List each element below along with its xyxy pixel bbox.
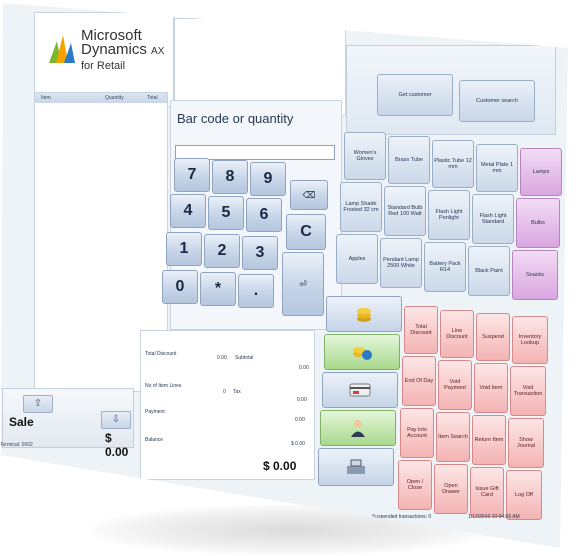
op-issue-gift-card[interactable]: Issue Gift Card (470, 467, 504, 517)
product-metal-plate[interactable]: Metal Plate 1 mm (476, 144, 518, 192)
balance-value: $ 0.00 (291, 441, 305, 447)
op-line-discount[interactable]: Line Discount (440, 310, 474, 358)
tax-label: Tax (233, 389, 241, 395)
category-lamps[interactable]: Lamps (520, 148, 562, 196)
payment-value: 0.00 (295, 417, 305, 423)
op-item-search[interactable]: Item Search (436, 412, 470, 462)
op-open-close[interactable]: Open / Close (398, 460, 432, 510)
product-lamp-shade[interactable]: Lamp Shade Frosted 32 cm (340, 182, 382, 232)
op-suspend[interactable]: Suspend (476, 313, 510, 361)
scene: Microsoft Dynamics AX for Retail Get cus… (0, 0, 582, 556)
total-discount-value: 0.00 (217, 355, 227, 361)
key-star[interactable]: * (200, 272, 236, 306)
status-datetime: 1/12/2010 10:04:06 AM (468, 514, 520, 520)
scroll-up-button[interactable]: ⇧ (23, 395, 53, 413)
get-customer-button[interactable]: Get customer (377, 74, 453, 116)
total-discount-label: Total Discount (145, 351, 177, 357)
key-3[interactable]: 3 (242, 236, 278, 270)
logo-line2: Dynamics AX (81, 41, 165, 59)
product-black-paint[interactable]: Black Paint (468, 246, 510, 296)
person-icon[interactable] (320, 410, 396, 446)
key-5[interactable]: 5 (208, 196, 244, 230)
product-pendant-lamp[interactable]: Pendant Lamp 2500 White (380, 238, 422, 288)
grand-total: $ 0.00 (263, 459, 297, 473)
barcode-label: Bar code or quantity (177, 111, 294, 126)
key-4[interactable]: 4 (170, 194, 206, 228)
receipt-header: Item Quantity Total (35, 93, 167, 103)
op-inventory-lookup[interactable]: Inventory Lookup (512, 316, 548, 364)
logo-text: Microsoft Dynamics AX for Retail (81, 28, 165, 73)
key-7[interactable]: 7 (174, 158, 210, 192)
category-bulbs[interactable]: Bulbs (516, 198, 560, 248)
tax-value: 0.00 (297, 397, 307, 403)
op-void-item[interactable]: Void Item (474, 363, 508, 413)
col-item: Item (41, 95, 51, 101)
customer-panel: Get customer Customer search (346, 45, 556, 135)
col-quantity: Quantity (105, 95, 124, 101)
col-total: Total (147, 95, 158, 101)
cash-register-icon[interactable] (318, 448, 394, 486)
product-womens-gloves[interactable]: Women's Gloves (344, 132, 386, 180)
op-void-payment[interactable]: Void Payment (438, 360, 472, 410)
key-8[interactable]: 8 (212, 160, 248, 194)
key-2[interactable]: 2 (204, 234, 240, 268)
product-flash-light-standard[interactable]: Flash Light Standard (472, 194, 514, 244)
pos-screen: Microsoft Dynamics AX for Retail Get cus… (0, 3, 568, 548)
key-9[interactable]: 9 (250, 162, 286, 196)
op-void-transaction[interactable]: Void Transaction (510, 366, 546, 416)
op-show-journal[interactable]: Show Journal (508, 418, 544, 468)
subtotal-value: 0.00 (299, 365, 309, 371)
credit-card-icon[interactable] (322, 372, 398, 408)
sale-label: Sale (9, 415, 34, 429)
product-flash-light-penlight[interactable]: Flash Light Penlight (428, 190, 470, 240)
product-battery-pack[interactable]: Battery Pack R14 (424, 242, 466, 292)
item-lines-label: No of Item Lines (145, 383, 182, 389)
item-lines-value: 0 (223, 389, 226, 395)
product-apples[interactable]: Apples (336, 234, 378, 284)
totals-panel: Total Discount 0.00 Subtotal 0.00 No of … (140, 330, 315, 480)
product-brass-tube[interactable]: Brass Tube (388, 136, 430, 184)
backspace-icon[interactable]: ⌫ (290, 180, 328, 210)
op-total-discount[interactable]: Total Discount (404, 306, 438, 354)
customer-search-button[interactable]: Customer search (459, 80, 535, 122)
key-6[interactable]: 6 (246, 198, 282, 232)
dynamics-logo-icon (49, 35, 75, 63)
op-pay-into-account[interactable]: Pay into Account (400, 408, 434, 458)
key-1[interactable]: 1 (166, 232, 202, 266)
globe-coins-icon[interactable] (324, 334, 400, 370)
enter-icon[interactable]: ⏎ (282, 252, 324, 316)
payment-label: Payment (145, 409, 165, 415)
logo-line3: for Retail (81, 60, 126, 72)
sale-total: $ 0.00 (105, 431, 129, 459)
sale-panel: ⇧ ⇩ Sale $ 0.00 (2, 388, 134, 459)
terminal-id: Terminal: 0002 (0, 442, 33, 448)
scroll-down-button[interactable]: ⇩ (101, 411, 131, 429)
balance-label: Balance (145, 437, 164, 443)
key-dot[interactable]: . (238, 274, 274, 308)
key-0[interactable]: 0 (162, 270, 198, 304)
coins-icon[interactable] (326, 296, 402, 332)
op-return-item[interactable]: Return Item (472, 415, 506, 465)
product-plastic-tube[interactable]: Plastic Tube 12 mm (432, 140, 474, 188)
subtotal-label: Subtotal (235, 355, 254, 361)
logo-line2-main: Dynamics (81, 41, 147, 58)
product-standard-bulb[interactable]: Standard Bulb Red 100 Watt (384, 186, 426, 236)
logo-line2-suffix: AX (151, 46, 165, 57)
op-end-of-day[interactable]: End Of Day (402, 356, 436, 406)
category-snacks[interactable]: Snacks (512, 250, 558, 300)
clear-button[interactable]: C (286, 214, 326, 250)
op-open-drawer[interactable]: Open Drawer (434, 464, 468, 514)
